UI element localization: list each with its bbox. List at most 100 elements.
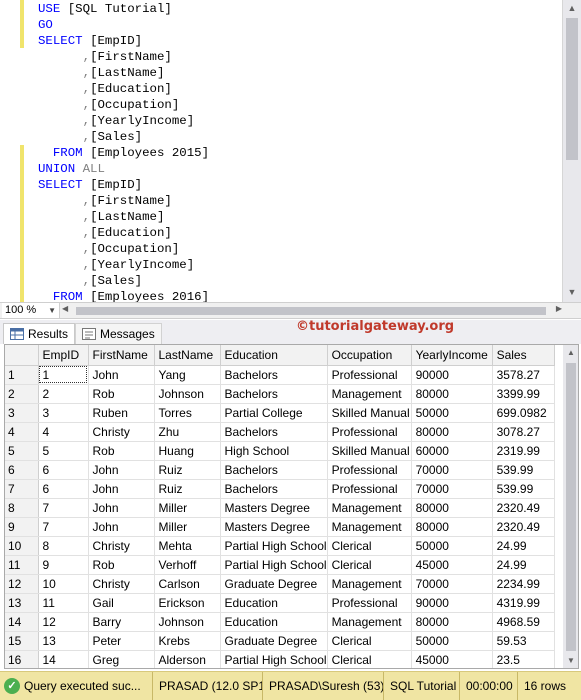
table-cell[interactable]: 90000 — [411, 593, 493, 613]
table-cell[interactable]: 1 — [38, 365, 89, 385]
grid-vertical-scrollbar[interactable]: ▲ ▼ — [563, 345, 578, 668]
table-cell[interactable]: Yang — [154, 365, 221, 385]
row-number[interactable]: 7 — [5, 479, 39, 499]
table-cell[interactable]: Greg — [88, 650, 155, 668]
table-cell[interactable]: Bachelors — [220, 384, 328, 404]
table-row[interactable]: 2 2 Rob Johnson Bachelors Management 80000 3399… — [5, 384, 555, 404]
table-cell[interactable]: Peter — [88, 631, 155, 651]
table-cell[interactable]: Miller — [154, 517, 221, 537]
table-cell[interactable]: Alderson — [154, 650, 221, 668]
table-cell[interactable]: 3 — [38, 403, 89, 423]
table-cell[interactable]: Rob — [88, 384, 155, 404]
table-cell[interactable]: 70000 — [411, 479, 493, 499]
table-cell[interactable]: Verhoff — [154, 555, 221, 575]
table-cell[interactable]: Ruiz — [154, 479, 221, 499]
row-number[interactable]: 11 — [5, 555, 39, 575]
table-cell[interactable]: Torres — [154, 403, 221, 423]
table-cell[interactable]: Bachelors — [220, 460, 328, 480]
editor-horizontal-scrollbar[interactable]: ◀ ▶ — [62, 304, 562, 317]
table-cell[interactable]: Management — [327, 517, 412, 537]
table-cell[interactable]: Clerical — [327, 650, 412, 668]
table-cell[interactable]: Partial High School — [220, 536, 328, 556]
table-cell[interactable]: 59.53 — [492, 631, 555, 651]
table-cell[interactable]: John — [88, 498, 155, 518]
row-number[interactable]: 8 — [5, 498, 39, 518]
table-cell[interactable]: 8 — [38, 536, 89, 556]
table-row[interactable]: 6 6 John Ruiz Bachelors Professional 70000 539.… — [5, 460, 555, 480]
table-cell[interactable]: Christy — [88, 422, 155, 442]
table-cell[interactable]: Partial High School — [220, 555, 328, 575]
table-cell[interactable]: Johnson — [154, 612, 221, 632]
row-number[interactable]: 5 — [5, 441, 39, 461]
table-cell[interactable]: Education — [220, 612, 328, 632]
table-cell[interactable]: Masters Degree — [220, 498, 328, 518]
table-cell[interactable]: 14 — [38, 650, 89, 668]
table-cell[interactable]: John — [88, 479, 155, 499]
table-cell[interactable]: 60000 — [411, 441, 493, 461]
row-number[interactable]: 14 — [5, 612, 39, 632]
table-row[interactable]: 13 11 Gail Erickson Education Professional 900… — [5, 593, 555, 613]
table-cell[interactable]: 2234.99 — [492, 574, 555, 594]
table-cell[interactable]: 70000 — [411, 574, 493, 594]
table-cell[interactable]: Graduate Degree — [220, 631, 328, 651]
row-number[interactable]: 15 — [5, 631, 39, 651]
table-row[interactable]: 8 7 John Miller Masters Degree Management 8000… — [5, 498, 555, 518]
table-cell[interactable]: 7 — [38, 498, 89, 518]
table-cell[interactable]: Krebs — [154, 631, 221, 651]
table-cell[interactable]: Zhu — [154, 422, 221, 442]
table-cell[interactable]: Masters Degree — [220, 517, 328, 537]
table-cell[interactable]: Professional — [327, 365, 412, 385]
table-cell[interactable]: Johnson — [154, 384, 221, 404]
table-cell[interactable]: Partial College — [220, 403, 328, 423]
table-cell[interactable]: Management — [327, 384, 412, 404]
table-cell[interactable]: John — [88, 517, 155, 537]
table-cell[interactable]: Gail — [88, 593, 155, 613]
table-cell[interactable]: 13 — [38, 631, 89, 651]
table-cell[interactable]: Skilled Manual — [327, 403, 412, 423]
row-number[interactable]: 1 — [5, 365, 39, 385]
table-cell[interactable]: 6 — [38, 460, 89, 480]
table-cell[interactable]: Erickson — [154, 593, 221, 613]
table-cell[interactable]: 50000 — [411, 403, 493, 423]
table-cell[interactable]: Management — [327, 574, 412, 594]
table-row[interactable]: 3 3 Ruben Torres Partial College Skilled Manu… — [5, 403, 555, 423]
row-number[interactable]: 10 — [5, 536, 39, 556]
table-cell[interactable]: 2320.49 — [492, 498, 555, 518]
table-cell[interactable]: 11 — [38, 593, 89, 613]
row-number[interactable]: 13 — [5, 593, 39, 613]
table-cell[interactable]: 10 — [38, 574, 89, 594]
table-cell[interactable]: Management — [327, 498, 412, 518]
table-cell[interactable]: Bachelors — [220, 479, 328, 499]
table-cell[interactable]: 4 — [38, 422, 89, 442]
editor-vertical-scrollbar[interactable]: ▲ ▼ — [562, 0, 581, 302]
table-cell[interactable]: 90000 — [411, 365, 493, 385]
table-cell[interactable]: Clerical — [327, 536, 412, 556]
scroll-right-arrow-icon[interactable]: ▶ — [556, 304, 562, 313]
row-number[interactable]: 4 — [5, 422, 39, 442]
table-cell[interactable]: Professional — [327, 593, 412, 613]
table-cell[interactable]: 7 — [38, 517, 89, 537]
table-cell[interactable]: Bachelors — [220, 422, 328, 442]
column-header[interactable]: LastName — [154, 345, 221, 366]
table-cell[interactable]: Barry — [88, 612, 155, 632]
table-cell[interactable]: Miller — [154, 498, 221, 518]
table-row[interactable]: 10 8 Christy Mehta Partial High School Cleric… — [5, 536, 555, 556]
table-row[interactable]: 15 13 Peter Krebs Graduate Degree Clerical 500… — [5, 631, 555, 651]
table-row[interactable]: 9 7 John Miller Masters Degree Management 8000… — [5, 517, 555, 537]
scroll-thumb[interactable] — [566, 18, 578, 160]
row-number[interactable]: 12 — [5, 574, 39, 594]
zoom-select[interactable]: 100 % ▼ — [2, 303, 60, 318]
row-number[interactable]: 9 — [5, 517, 39, 537]
table-cell[interactable]: Clerical — [327, 555, 412, 575]
row-number[interactable]: 2 — [5, 384, 39, 404]
table-cell[interactable]: Ruiz — [154, 460, 221, 480]
table-cell[interactable]: Christy — [88, 536, 155, 556]
table-cell[interactable]: 3578.27 — [492, 365, 555, 385]
table-cell[interactable]: 80000 — [411, 422, 493, 442]
column-header[interactable]: Education — [220, 345, 328, 366]
table-cell[interactable]: 699.0982 — [492, 403, 555, 423]
table-row[interactable]: 1 1 John Yang Bachelors Professional 90000 3578… — [5, 365, 555, 385]
table-cell[interactable]: 12 — [38, 612, 89, 632]
row-number[interactable]: 6 — [5, 460, 39, 480]
table-cell[interactable]: Christy — [88, 574, 155, 594]
